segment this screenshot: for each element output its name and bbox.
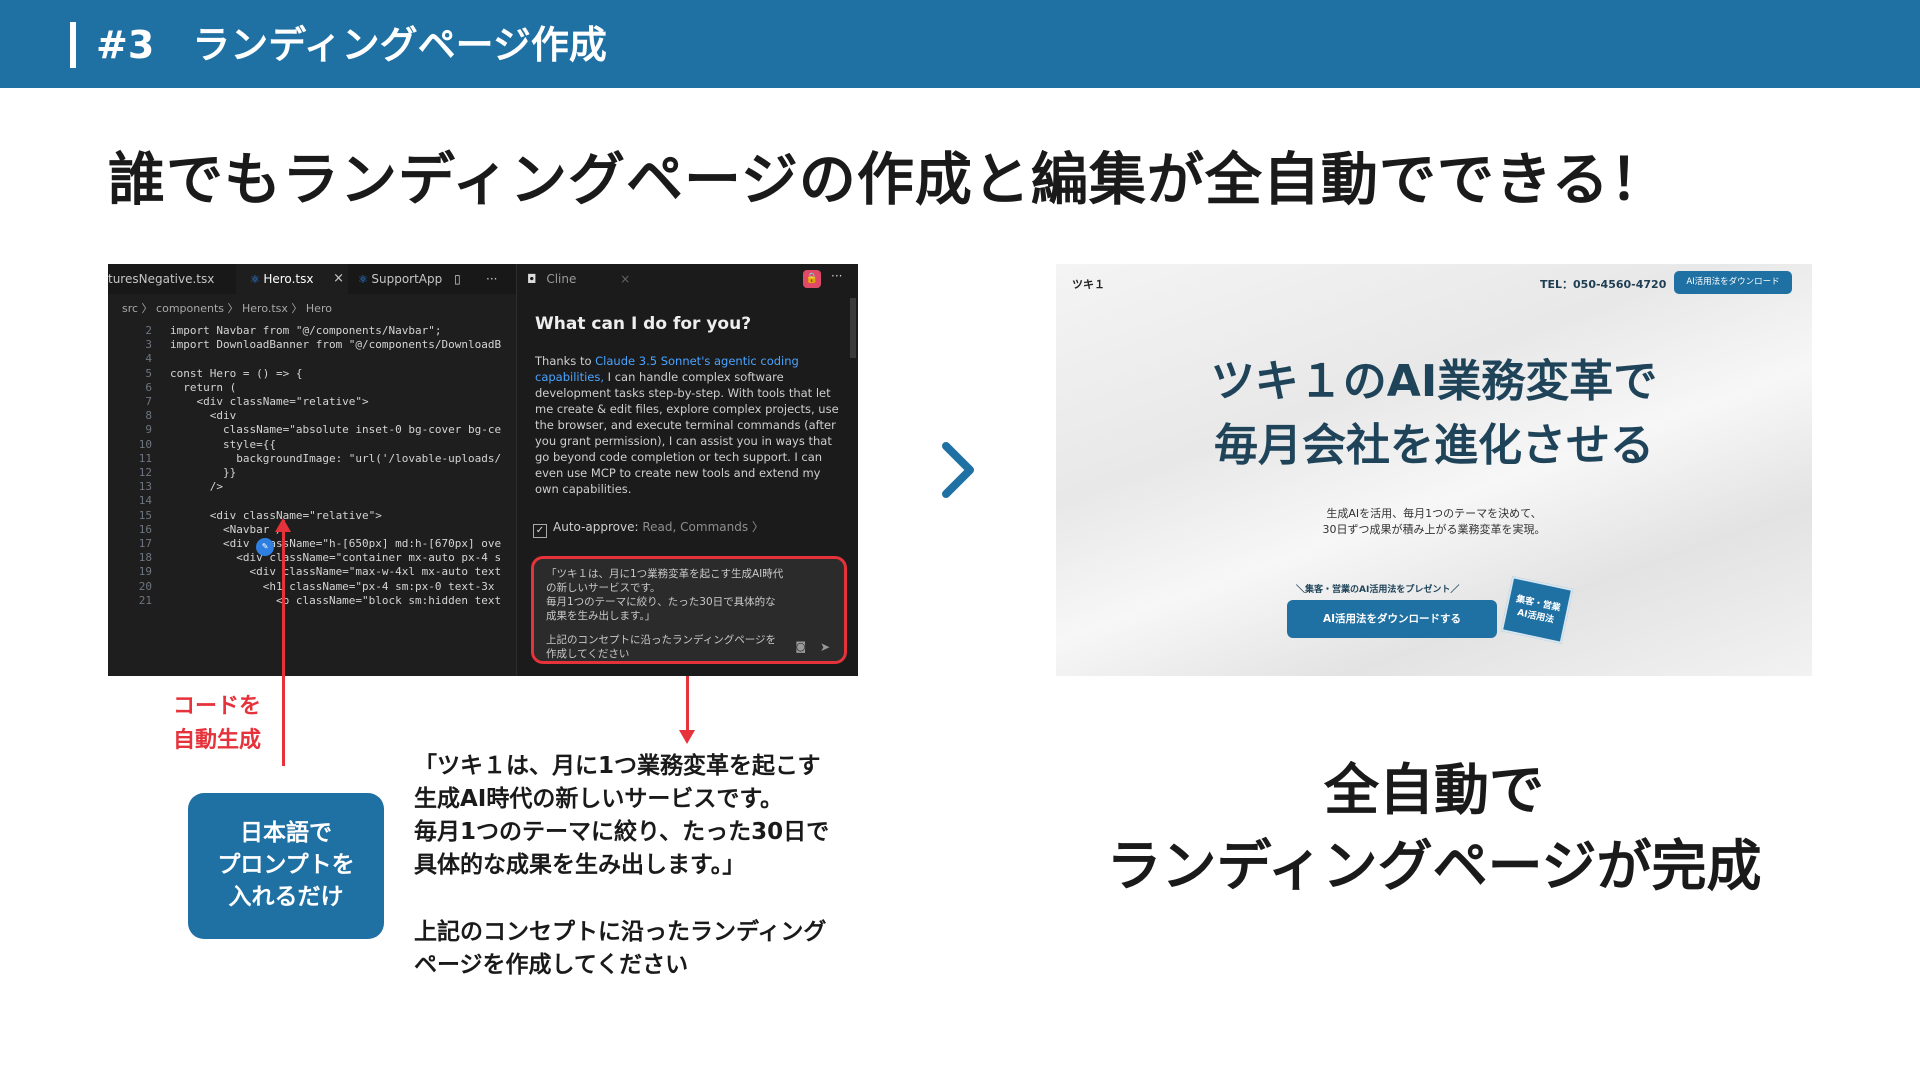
arrow-down-icon: [679, 676, 695, 744]
camera-icon[interactable]: ◙: [795, 640, 806, 653]
result-caption: 全自動で ランディングページが完成: [1106, 758, 1762, 898]
code-area[interactable]: 2 import Navbar from "@/components/Navbar…: [108, 322, 516, 676]
prompt-input-box[interactable]: 「ツキ１は、月に1つ業務変革を起こす生成AI時代 の新しいサービスです。 毎月1…: [531, 556, 847, 664]
arrow-up-icon: [275, 518, 291, 766]
cursor-badge-icon: ✎: [256, 538, 274, 556]
landing-page-preview: ツキ１ TEL：050-4560-4720 AI活用法をダウンロード ツキ１のA…: [1056, 264, 1812, 676]
cline-description: Thanks to Claude 3.5 Sonnet's agentic co…: [535, 353, 845, 497]
prompt-instruction-text: 上記のコンセプトに沿ったランディング ページを作成してください: [414, 919, 827, 978]
scrollbar-thumb[interactable]: [850, 298, 856, 358]
prompt-callout-box: 日本語で プロンプトを 入れるだけ: [188, 793, 384, 939]
tab-hero[interactable]: ⚛ Hero.tsx ×: [236, 264, 348, 294]
lp-download-button[interactable]: AI活用法をダウンロード: [1674, 271, 1792, 294]
lp-telephone: TEL：050-4560-4720: [1540, 278, 1667, 291]
cline-tab[interactable]: ◘ Cline ×: [527, 272, 630, 286]
prompt-text-quote: 「ツキ１は、月に1つ業務変革を起こす生成AI時代 の新しいサービスです。 毎月1…: [546, 568, 784, 622]
header-accent-bar: [70, 22, 76, 68]
tab-close-icon[interactable]: ×: [333, 264, 344, 294]
cline-tab-label: Cline: [546, 272, 577, 286]
section-header: #3 ランディングページ作成: [0, 0, 1920, 88]
tab-more-icon[interactable]: ···: [486, 264, 512, 294]
lp-brand-logo[interactable]: ツキ１: [1072, 276, 1105, 292]
tab-features-negative[interactable]: turesNegative.tsx: [108, 264, 214, 294]
auto-approve-value: Read, Commands 〉: [642, 520, 764, 534]
split-editor-icon[interactable]: ▯: [454, 272, 461, 286]
desc-text-rest: I can handle complex software developmen…: [535, 370, 839, 496]
line-number: 21: [138, 593, 152, 607]
lp-cta-button[interactable]: AI活用法をダウンロードする: [1287, 600, 1497, 638]
auto-approve-label: Auto-approve:: [553, 520, 639, 534]
cline-robot-icon: ◘: [527, 272, 537, 286]
cline-heading: What can I do for you?: [535, 314, 752, 334]
desc-text: Thanks to: [535, 354, 596, 368]
react-file-icon: ⚛: [250, 273, 264, 286]
checkbox-checked-icon[interactable]: ✓: [533, 524, 547, 538]
more-icon[interactable]: ···: [831, 269, 842, 283]
chevron-right-icon: [942, 442, 974, 498]
send-icon[interactable]: ➤: [820, 640, 830, 654]
slide-headline: 誰でもランディングページの作成と編集が全自動でできる！: [108, 147, 1668, 213]
code-text: <p className="block sm:hidden text: [170, 593, 502, 607]
tab-hero-label: Hero.tsx: [263, 272, 314, 286]
code-line: 21 <p className="block sm:hidden text: [108, 592, 516, 609]
react-file-icon: ⚛: [358, 273, 372, 286]
breadcrumb: src 〉 components 〉 Hero.tsx 〉 Hero: [122, 302, 332, 315]
tab-support-app[interactable]: ⚛ SupportApp ▯: [358, 264, 478, 294]
auto-approve-toggle[interactable]: ✓ Auto-approve: Read, Commands 〉: [533, 518, 764, 538]
lp-present-banner: ＼集客・営業のAI活用法をプレゼント／: [1296, 585, 1460, 595]
cline-panel: ◘ Cline × 🔒 ··· What can I do for you? T…: [516, 264, 858, 676]
section-title: #3 ランディングページ作成: [96, 23, 607, 67]
code-generation-note: コードを 自動生成: [172, 694, 261, 753]
lp-subtext: 生成AIを活用、毎月1つのテーマを決めて、 30日ずつ成果が積み上がる業務変革を…: [1322, 507, 1546, 536]
editor-tab-bar: turesNegative.tsx ⚛ Hero.tsx × ⚛ Support…: [108, 264, 516, 294]
lock-icon[interactable]: 🔒: [803, 270, 821, 288]
lp-guide-card: 集客・営業 AI活用法: [1500, 576, 1574, 644]
code-editor-screenshot: turesNegative.tsx ⚛ Hero.tsx × ⚛ Support…: [108, 264, 858, 676]
prompt-text-instruction: 上記のコンセプトに沿ったランディングページを 作成してください: [546, 634, 777, 660]
lp-headline: ツキ１のAI業務変革で 毎月会社を進化させる: [1210, 356, 1658, 471]
tab-support-app-label: SupportApp: [371, 272, 443, 286]
prompt-quote-text: 「ツキ１は、月に1つ業務変革を起こす 生成AI時代の新しいサービスです。 毎月1…: [414, 753, 830, 878]
cline-tab-close-icon[interactable]: ×: [620, 272, 630, 286]
